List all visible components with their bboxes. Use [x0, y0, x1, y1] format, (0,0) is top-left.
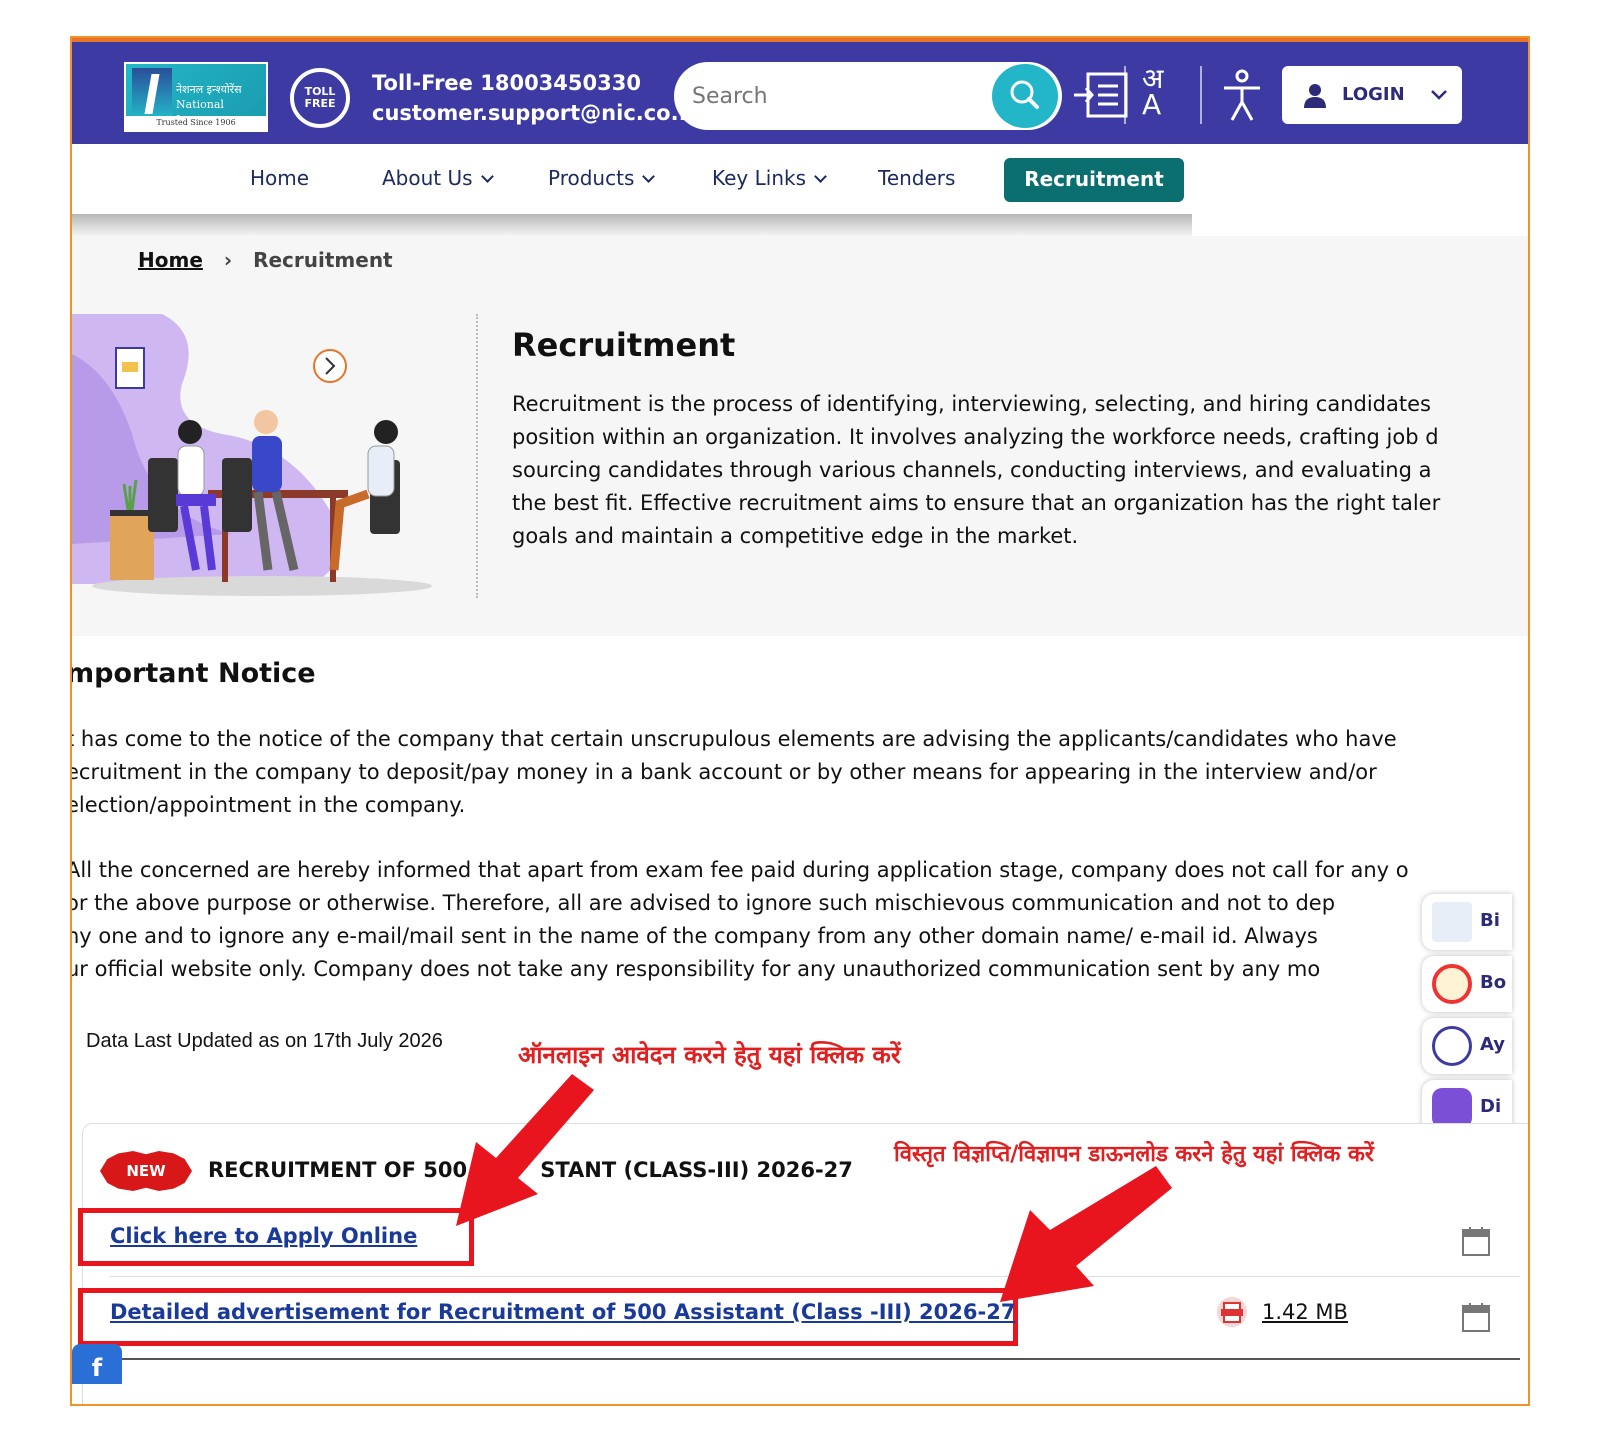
page-frame: नेशनल इन्श्योरेंस National Insurance Tru…	[70, 36, 1530, 1406]
arrow-to-apply-icon	[456, 1074, 594, 1226]
annotation-arrows	[456, 1074, 1172, 1302]
arrow-to-advert-icon	[1000, 1166, 1172, 1302]
